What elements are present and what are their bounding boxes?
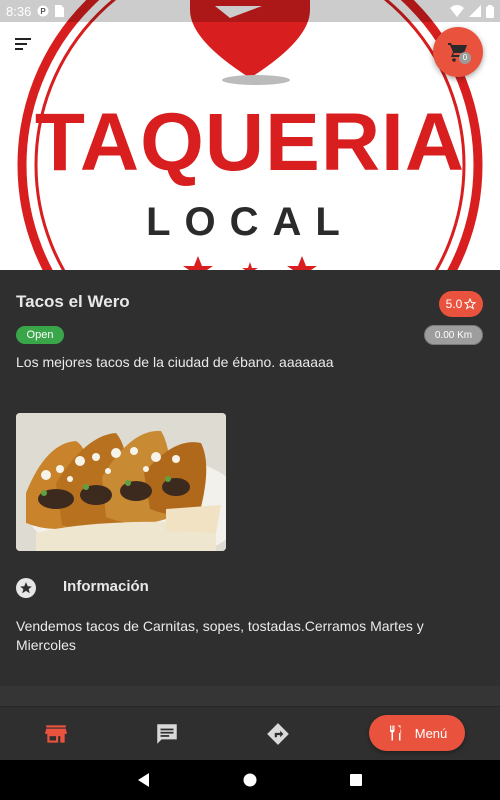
status-time: 8:36 xyxy=(6,3,32,19)
nav-store-button[interactable] xyxy=(43,721,69,747)
chat-icon xyxy=(157,724,177,744)
notification-dot-icon: P xyxy=(37,5,49,17)
star-circle-icon xyxy=(16,578,36,598)
store-icon xyxy=(45,725,67,743)
star-outline-icon xyxy=(464,298,477,310)
recents-button[interactable] xyxy=(346,770,366,790)
menu-button-label: Menú xyxy=(414,725,448,741)
status-bar: 8:36 P xyxy=(0,0,500,22)
restaurant-menu-icon xyxy=(389,725,401,741)
restaurant-details: Tacos el Wero 5.0 Open 0.00 Km Los mejor… xyxy=(0,270,500,710)
logo-subtitle: LOCAL xyxy=(146,200,354,244)
directions-icon xyxy=(267,723,289,745)
info-description: Vendemos tacos de Carnitas, sopes, tosta… xyxy=(16,618,424,653)
restaurant-logo-banner: TAQUERIA LOCAL xyxy=(0,0,500,270)
restaurant-description: Los mejores tacos de la ciudad de ébano.… xyxy=(16,354,334,370)
drawer-menu-button[interactable] xyxy=(12,34,36,54)
system-navigation-bar xyxy=(0,760,500,800)
recents-square-icon xyxy=(350,774,362,786)
cart-button[interactable]: 0 xyxy=(433,27,483,77)
restaurant-name: Tacos el Wero xyxy=(16,292,130,311)
back-button[interactable] xyxy=(134,770,154,790)
bottom-navigation: Menú xyxy=(0,706,500,760)
restaurant-photo[interactable] xyxy=(16,413,226,551)
rating-value: 5.0 xyxy=(445,297,463,311)
back-triangle-icon xyxy=(138,773,149,787)
tacos-photo-illustration xyxy=(16,413,226,551)
logo-title: TAQUERIA xyxy=(34,97,466,188)
sort-icon xyxy=(15,38,31,50)
battery-icon xyxy=(486,4,494,18)
nav-directions-button[interactable] xyxy=(265,721,291,747)
cart-count-badge: 0 xyxy=(459,52,471,64)
info-section-header: Información xyxy=(16,576,486,600)
open-status-badge: Open xyxy=(16,326,64,344)
sim-card-icon xyxy=(55,5,65,17)
svg-text:P: P xyxy=(41,7,47,16)
distance-badge: 0.00 Km xyxy=(424,325,483,345)
home-circle-icon xyxy=(243,773,257,787)
rating-badge: 5.0 xyxy=(439,291,483,317)
menu-button[interactable]: Menú xyxy=(369,715,465,751)
home-button[interactable] xyxy=(240,770,260,790)
info-title: Información xyxy=(63,578,149,595)
nav-chat-button[interactable] xyxy=(154,721,180,747)
signal-icon xyxy=(469,5,481,17)
wifi-icon xyxy=(450,5,464,17)
